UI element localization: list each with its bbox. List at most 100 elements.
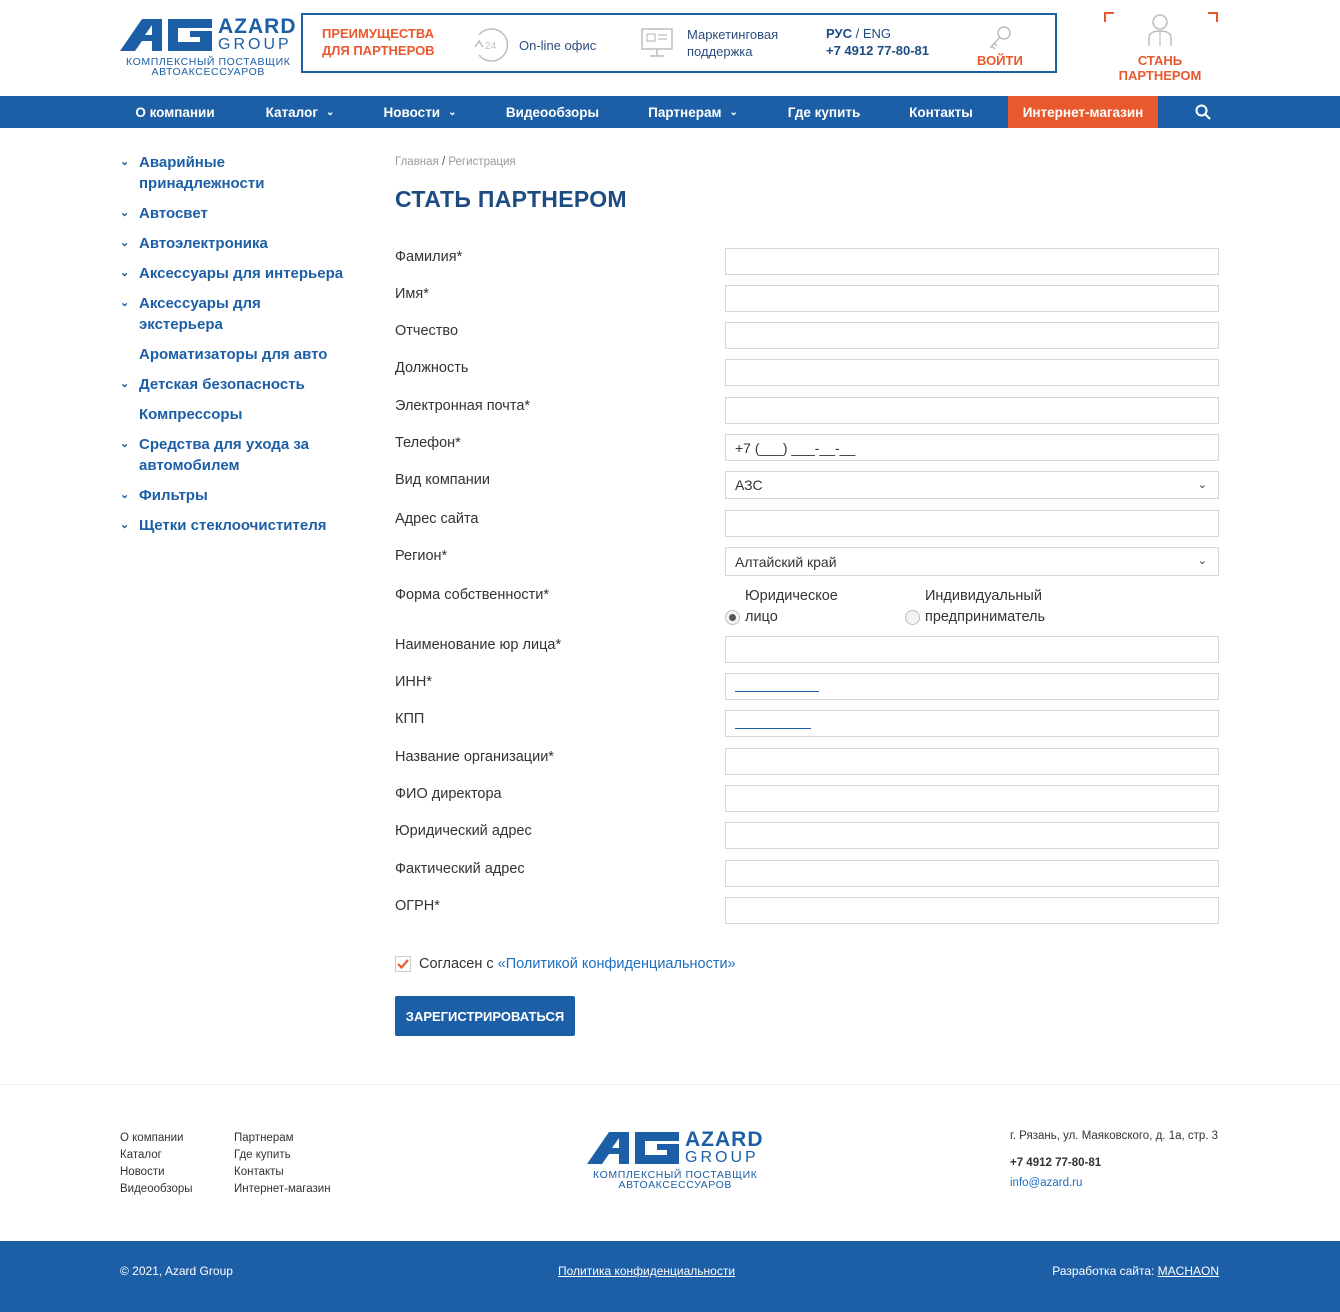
nav-item-news[interactable]: Новости ⌄	[370, 96, 470, 128]
site-input[interactable]	[725, 510, 1219, 537]
kpp-input[interactable]	[725, 710, 1219, 737]
sidebar-item-exterior[interactable]: ⌄ Аксессуары для экстерьера	[120, 293, 360, 335]
logo-group: GROUP	[218, 36, 292, 53]
nav-item-shop[interactable]: Интернет-магазин	[1008, 96, 1158, 128]
email-input[interactable]	[725, 397, 1219, 424]
agree-checkbox[interactable]	[395, 956, 411, 972]
director-input[interactable]	[725, 785, 1219, 812]
sidebar-item-interior[interactable]: ⌄ Аксессуары для интерьера	[120, 263, 360, 284]
name-input[interactable]	[725, 285, 1219, 312]
lang-en[interactable]: ENG	[863, 26, 891, 41]
legal-address-label: Юридический адрес	[395, 823, 532, 839]
footer-address: г. Рязань, ул. Маяковского, д. 1а, стр. …	[1010, 1130, 1219, 1142]
logo-ag-icon	[120, 18, 212, 51]
position-input[interactable]	[725, 359, 1219, 386]
footer-link-contacts[interactable]: Контакты	[234, 1164, 331, 1181]
nav-label: Новости	[383, 104, 441, 120]
sidebar-item-compressors[interactable]: Компрессоры	[120, 404, 360, 425]
header-phone[interactable]: +7 4912 77-80-81	[826, 42, 929, 59]
org-name-label: Название организации*	[395, 749, 554, 765]
mask-placeholder	[735, 691, 819, 692]
actual-address-input[interactable]	[725, 860, 1219, 887]
footer-email[interactable]: info@azard.ru	[1010, 1177, 1082, 1189]
marketing-line2: поддержка	[687, 44, 753, 59]
sidebar-item-label: Аксессуары для	[139, 295, 261, 312]
chevron-down-icon: ⌄	[120, 519, 130, 531]
sidebar-item-care[interactable]: ⌄ Средства для ухода за автомобилем	[120, 434, 360, 476]
footer-link-video[interactable]: Видеообзоры	[120, 1181, 193, 1198]
org-name-input[interactable]	[725, 748, 1219, 775]
nav-item-catalog[interactable]: Каталог ⌄	[250, 96, 350, 128]
nav-item-video[interactable]: Видеообзоры	[490, 96, 615, 128]
legal-address-input[interactable]	[725, 822, 1219, 849]
footer-link-about[interactable]: О компании	[120, 1130, 193, 1147]
developer-link[interactable]: MACHAON	[1158, 1264, 1219, 1278]
nav-item-about[interactable]: О компании	[120, 96, 230, 128]
region-value: Алтайский край	[735, 553, 837, 570]
lang-ru[interactable]: РУС	[826, 26, 852, 41]
ownership-radio-legal[interactable]: Юридическое лицо	[725, 586, 838, 628]
footer-link-news[interactable]: Новости	[120, 1164, 193, 1181]
footer-link-shop[interactable]: Интернет-магазин	[234, 1181, 331, 1198]
footer-link-where-buy[interactable]: Где купить	[234, 1147, 331, 1164]
sidebar-item-autolight[interactable]: ⌄ Автосвет	[120, 203, 360, 224]
footer-link-catalog[interactable]: Каталог	[120, 1147, 193, 1164]
nav-item-partners[interactable]: Партнерам ⌄	[633, 96, 753, 128]
lang-phone-block: РУС / ENG +7 4912 77-80-81	[826, 25, 929, 59]
page-title: СТАТЬ ПАРТНЕРОМ	[395, 186, 627, 212]
sidebar-item-label: Аварийные	[139, 154, 226, 171]
advantages-link[interactable]: ПРЕИМУЩЕСТВА ДЛЯ ПАРТНЕРОВ	[322, 25, 435, 59]
sidebar-item-wipers[interactable]: ⌄ Щетки стеклоочистителя	[120, 515, 360, 536]
become-partner-button[interactable]: СТАНЬ ПАРТНЕРОМ	[1100, 12, 1220, 83]
developer-label: Разработка сайта:	[1052, 1264, 1158, 1278]
sidebar-item-emergency[interactable]: ⌄ Аварийные принадлежности	[120, 152, 360, 194]
marketing-link[interactable]: Маркетинговая поддержка	[639, 25, 778, 61]
chevron-down-icon: ⌄	[1197, 555, 1207, 567]
nav-item-where-buy[interactable]: Где купить	[770, 96, 878, 128]
breadcrumb-home[interactable]: Главная	[395, 156, 439, 168]
lang-sep: /	[851, 26, 863, 41]
chevron-down-icon: ⌄	[448, 106, 457, 118]
sidebar-item-label: Фильтры	[139, 487, 208, 504]
sidebar-item-filters[interactable]: ⌄ Фильтры	[120, 485, 360, 506]
chevron-down-icon: ⌄	[120, 267, 130, 279]
radio-unchecked-icon	[905, 610, 920, 625]
patronymic-input[interactable]	[725, 322, 1219, 349]
company-type-label: Вид компании	[395, 472, 490, 488]
sidebar-item-electronics[interactable]: ⌄ Автоэлектроника	[120, 233, 360, 254]
region-select[interactable]: Алтайский край ⌄	[725, 547, 1219, 576]
phone-label: Телефон*	[395, 435, 461, 451]
chevron-down-icon: ⌄	[325, 106, 335, 118]
company-type-select[interactable]: АЗС ⌄	[725, 471, 1219, 499]
legal-name-input[interactable]	[725, 636, 1219, 663]
chevron-down-icon: ⌄	[120, 438, 130, 450]
agree-label: Согласен с	[419, 956, 494, 972]
nav-item-contacts[interactable]: Контакты	[893, 96, 989, 128]
corner-decor	[1208, 12, 1218, 22]
sidebar-item-fresheners[interactable]: Ароматизаторы для авто	[120, 344, 360, 365]
footer-menu-col2: Партнерам Где купить Контакты Интернет-м…	[234, 1130, 331, 1198]
ownership-radio-ip[interactable]: Индивидуальный предприниматель	[905, 586, 1045, 628]
sidebar-item-label: Автосвет	[139, 205, 208, 222]
header-logo[interactable]: AZARD GROUP КОМПЛЕКСНЫЙ ПОСТАВЩИК АВТОАК…	[120, 16, 297, 77]
footer-link-partners[interactable]: Партнерам	[234, 1130, 331, 1147]
inn-input[interactable]	[725, 673, 1219, 700]
nav-label: Видеообзоры	[505, 104, 600, 120]
register-button[interactable]: ЗАРЕГИСТРИРОВАТЬСЯ	[395, 996, 575, 1036]
radio-label: Юридическое	[745, 588, 838, 604]
phone-input[interactable]: +7 (___) ___-__-__	[725, 434, 1219, 461]
footer-phone[interactable]: +7 4912 77-80-81	[1010, 1157, 1101, 1169]
footer-policy-link[interactable]: Политика конфиденциальности	[558, 1264, 735, 1278]
footer-logo[interactable]: AZARD GROUP КОМПЛЕКСНЫЙ ПОСТАВЩИК АВТОАК…	[587, 1129, 764, 1190]
surname-input[interactable]	[725, 248, 1219, 275]
search-button[interactable]	[1188, 96, 1218, 128]
online-office-link[interactable]: 24 On-line офис	[471, 27, 596, 63]
privacy-policy-link[interactable]: «Политикой конфиденциальности»	[498, 956, 736, 972]
footer-divider	[0, 1084, 1340, 1085]
ogrn-input[interactable]	[725, 897, 1219, 924]
sidebar-item-child-safety[interactable]: ⌄ Детская безопасность	[120, 374, 360, 395]
corner-decor	[1104, 12, 1114, 22]
mask-placeholder	[735, 728, 811, 729]
sidebar-item-label: Детская безопасность	[139, 376, 305, 393]
login-button[interactable]: ВОЙТИ	[977, 25, 1023, 68]
